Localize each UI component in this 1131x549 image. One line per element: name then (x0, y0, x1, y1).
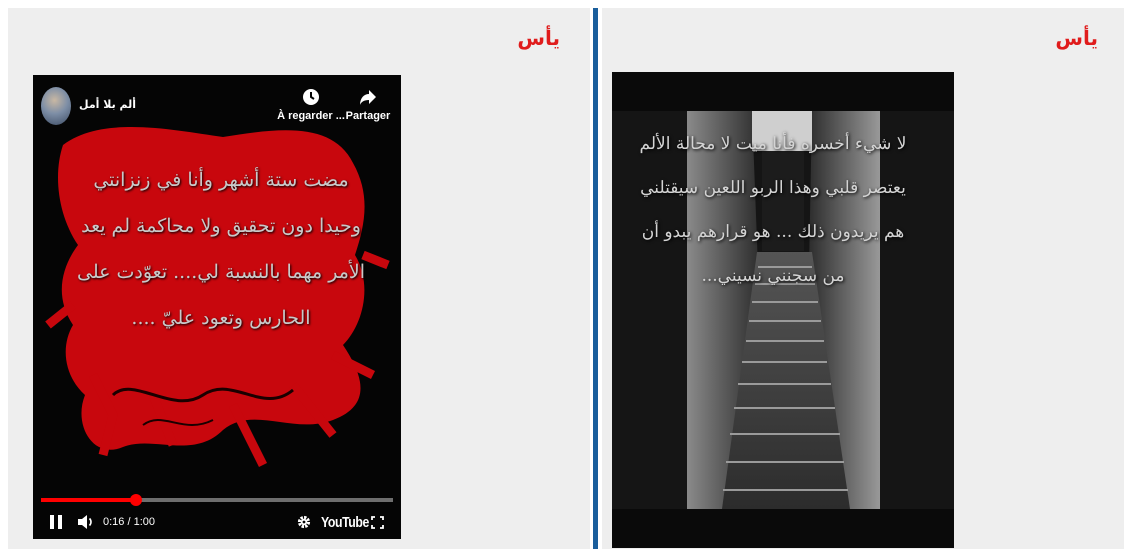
left-post-panel: يأس ألم بلا أمل À regarder ... Partager … (8, 8, 590, 549)
share-arrow-icon (360, 90, 376, 105)
video-player[interactable]: ألم بلا أمل À regarder ... Partager مضت … (33, 75, 401, 539)
fullscreen-button[interactable] (371, 507, 387, 537)
progress-scrubber-handle[interactable] (130, 494, 143, 506)
clock-icon (303, 89, 319, 105)
watch-later-label: À regarder ... (277, 110, 345, 122)
poem-line: الحارس وتعود عليّ .... (131, 307, 311, 329)
pause-icon (50, 515, 62, 529)
poem-line: مضت ستة أشهر وأنا في زنزانتي (93, 169, 349, 191)
poem-line: من سجنني نسيني... (701, 266, 845, 286)
fullscreen-icon (371, 515, 384, 529)
volume-button[interactable] (77, 507, 97, 537)
gear-icon (297, 515, 311, 529)
settings-button[interactable] (297, 507, 313, 537)
share-label: Partager (345, 110, 391, 122)
progress-bar[interactable] (41, 494, 393, 506)
poem-line: يعتصر قلبي وهذا الربو اللعين سيقتلني (640, 178, 906, 198)
right-post-title: يأس (1055, 26, 1098, 50)
video-poem-text: مضت ستة أشهر وأنا في زنزانتي وحيدا دون ت… (71, 157, 371, 341)
poem-line: لا شيء أخسره فأنا ميت لا محالة الألم (639, 134, 907, 154)
poem-line: الأمر مهما بالنسبة لي.... تعوّدت على (76, 261, 365, 283)
column-divider (593, 8, 598, 549)
youtube-logo[interactable]: YouTube (321, 507, 369, 537)
time-readout: 0:16 / 1:00 (103, 516, 155, 528)
poem-line: هم يريدون ذلك ... هو قرارهم يبدو أن (641, 222, 905, 242)
poem-line: وحيدا دون تحقيق ولا محاكمة لم يعد (81, 215, 361, 237)
stairs-poem-image: لا شيء أخسره فأنا ميت لا محالة الألم يعت… (612, 72, 954, 548)
right-post-panel: يأس لا شيء أخسره فأنا ميت لا محالة الألم… (602, 8, 1124, 549)
share-button[interactable]: Partager (341, 87, 395, 122)
image-poem-text: لا شيء أخسره فأنا ميت لا محالة الألم يعت… (632, 122, 914, 298)
channel-avatar[interactable] (41, 87, 71, 125)
pause-button[interactable] (49, 507, 69, 537)
progress-fill (41, 498, 137, 502)
volume-icon (78, 515, 92, 529)
channel-name[interactable]: ألم بلا أمل (79, 98, 136, 111)
left-post-title: يأس (517, 26, 560, 50)
watch-later-button[interactable]: À regarder ... (271, 87, 351, 122)
video-controls-bar: 0:16 / 1:00 YouTube (33, 507, 401, 537)
